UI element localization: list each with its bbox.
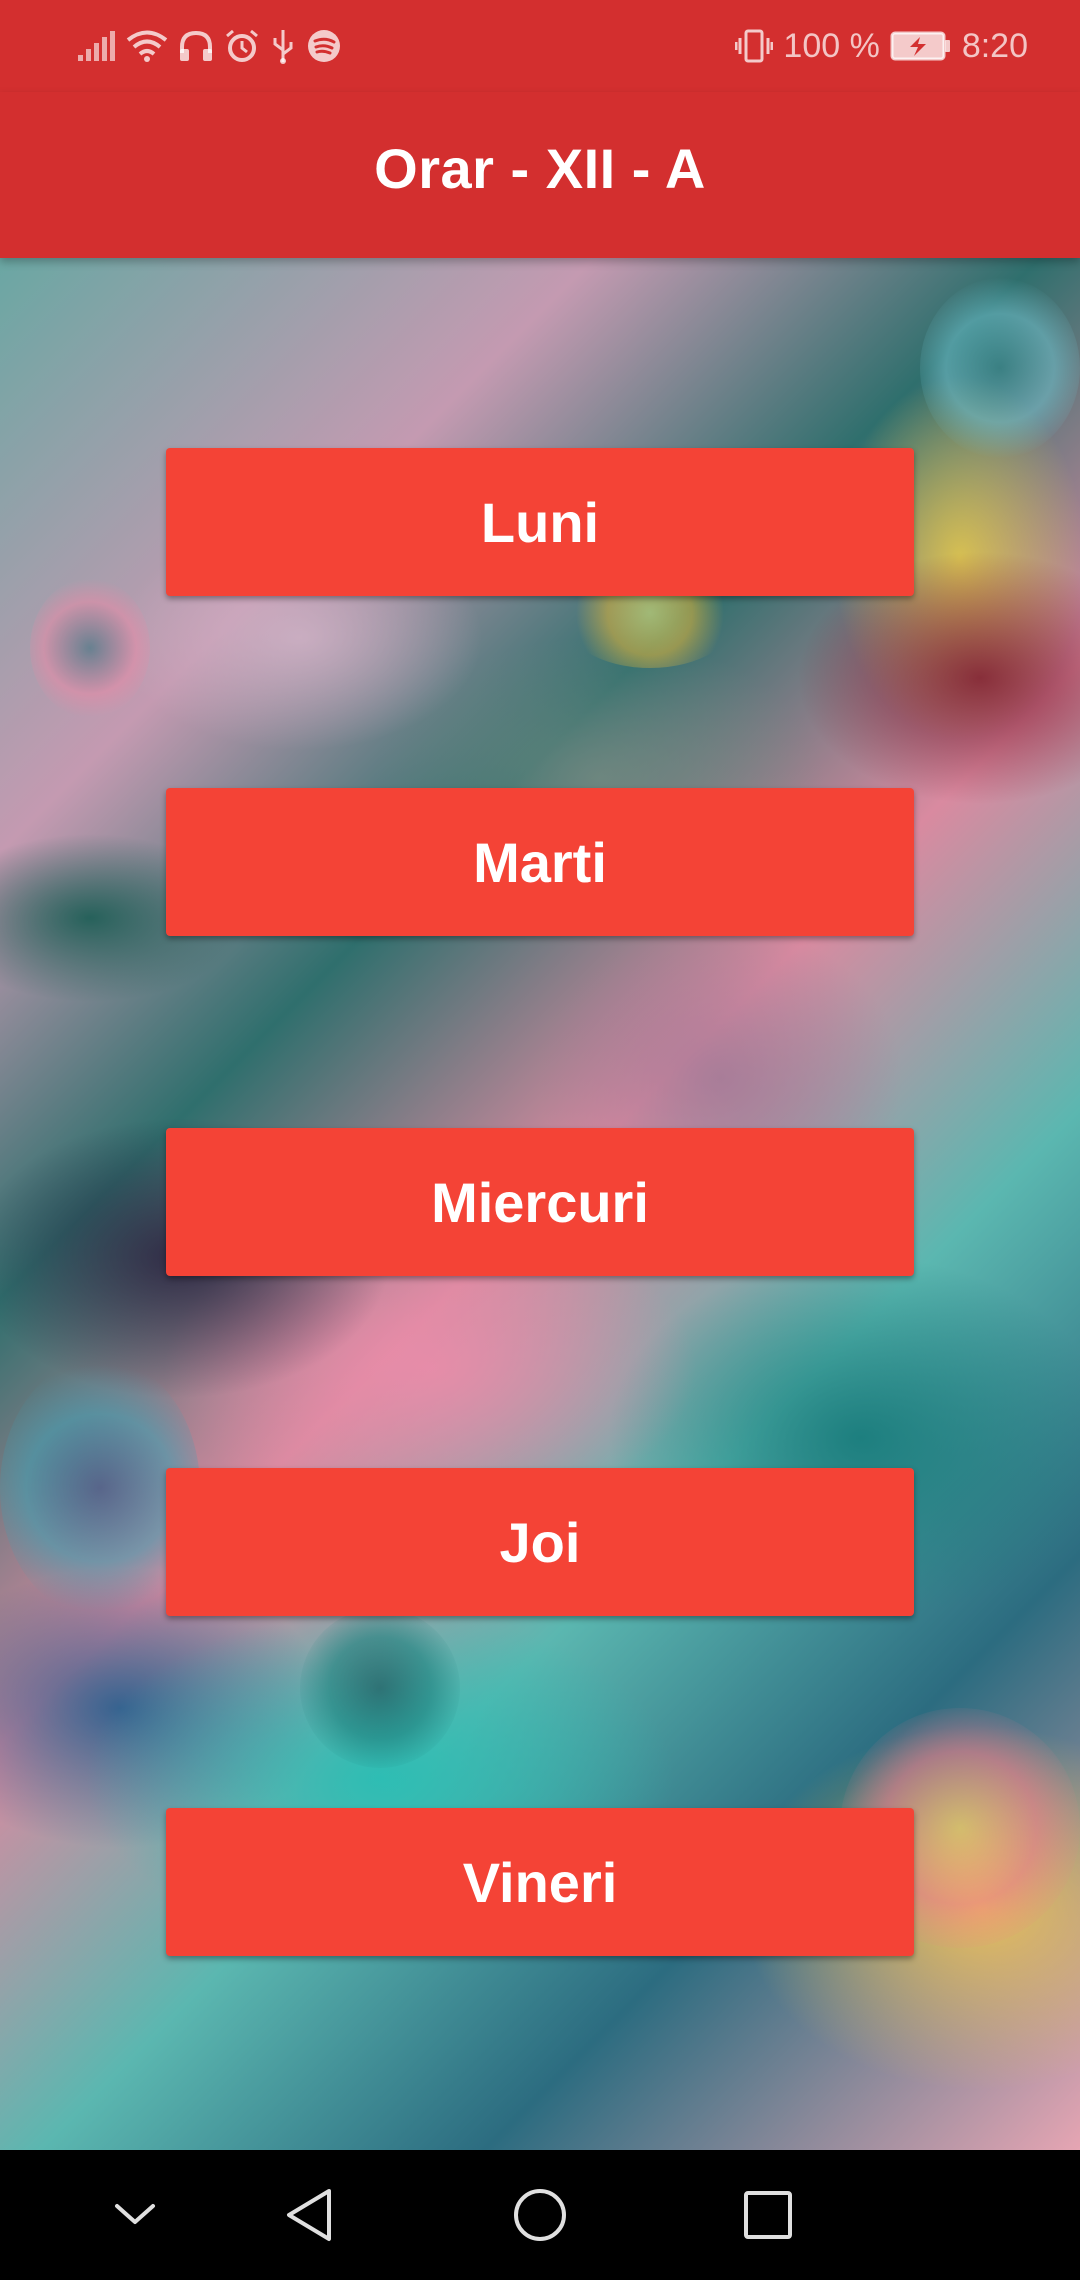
clock: 8:20	[961, 26, 1028, 65]
status-bar: 100 % 8:20	[0, 0, 1080, 92]
alarm-icon	[224, 28, 260, 64]
battery-charging-icon	[890, 31, 952, 61]
headphones-icon	[178, 29, 214, 63]
vibrate-icon	[735, 28, 774, 64]
marble-background: Luni Marti Miercuri Joi Vineri	[0, 258, 1080, 2150]
app-title: Orar - XII - A	[374, 136, 706, 200]
signal-icon	[76, 29, 116, 63]
navigation-bar	[0, 2150, 1080, 2280]
app-bar: Orar - XII - A	[0, 92, 1080, 258]
day-list: Luni Marti Miercuri Joi Vineri	[166, 448, 914, 2148]
day-button-joi[interactable]: Joi	[166, 1468, 914, 1616]
wifi-icon	[126, 29, 168, 63]
status-icons-left	[76, 22, 342, 70]
battery-percent: 100 %	[783, 26, 880, 65]
day-button-miercuri[interactable]: Miercuri	[166, 1128, 914, 1276]
day-button-marti[interactable]: Marti	[166, 788, 914, 936]
usb-icon	[270, 28, 296, 64]
day-button-vineri[interactable]: Vineri	[166, 1808, 914, 1956]
day-button-luni[interactable]: Luni	[166, 448, 914, 596]
spotify-icon	[306, 28, 342, 64]
back-icon[interactable]	[272, 2178, 346, 2252]
decor-swirl	[30, 578, 150, 718]
status-icons-right: 100 % 8:20	[735, 22, 1028, 70]
hide-nav-icon[interactable]	[98, 2178, 172, 2252]
recents-icon[interactable]	[731, 2178, 805, 2252]
screen: 100 % 8:20 Orar - XII - A Luni Marti Mie…	[0, 0, 1080, 2280]
home-icon[interactable]	[503, 2178, 577, 2252]
decor-swirl	[920, 278, 1080, 458]
